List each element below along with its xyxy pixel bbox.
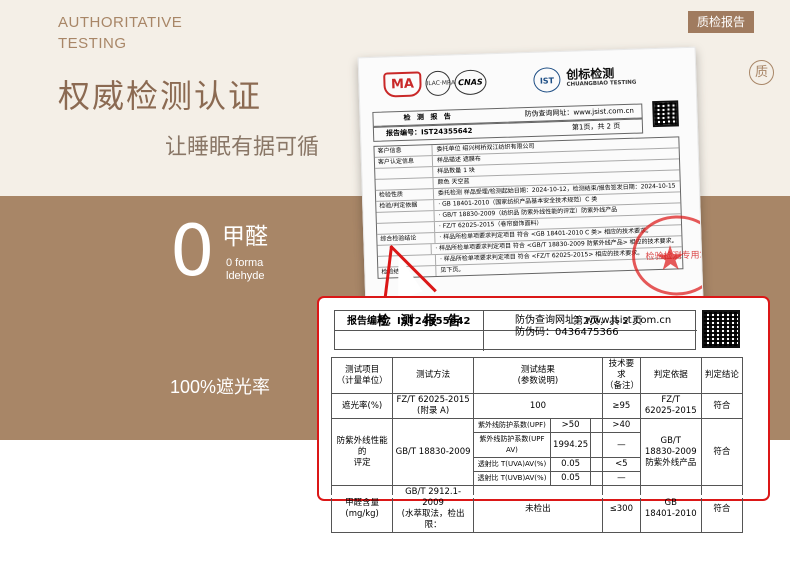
header-technical-requirement: 技术要求 （备注） xyxy=(601,357,641,394)
page-title: 权威检测认证 xyxy=(58,77,263,115)
ma-logo-icon: MA xyxy=(383,71,422,98)
test-results-table: 测试项目 （计量单位） 测试方法 测试结果 (参数说明) 技术要求 （备注） 判定依据… xyxy=(330,357,744,533)
header-conclusion: 判定结论 xyxy=(700,357,744,394)
report-qr-code-icon xyxy=(702,310,740,348)
ilac-logo-icon: ILAC·MRA xyxy=(425,70,455,97)
small-report-number: 报告编号：IST24355642 xyxy=(385,126,473,138)
report-number: 报告编号：IST24355642 xyxy=(347,316,471,327)
table-header-row: 测试项目 （计量单位） 测试方法 测试结果 (参数说明) 技术要求 （备注） 判定依据… xyxy=(330,357,744,394)
callout-pointer xyxy=(382,244,437,304)
quality-circle-icon: 质 xyxy=(749,60,774,85)
header-test-method: 测试方法 xyxy=(392,357,474,394)
shading-rate: 100%遮光率 xyxy=(170,377,271,397)
quality-report-tag: 质检报告 xyxy=(688,11,754,33)
red-star-icon: ★ xyxy=(654,238,687,280)
formaldehyde-english-line-2: ldehyde xyxy=(226,270,265,282)
table-row: 遮光率(%) FZ/T 62025-2015 (附录 A) 100 ≥95 FZ/… xyxy=(330,393,744,419)
report-header: 检 测 报 告 防伪查询网址：www.jsist.com.cn 防伪码：0436… xyxy=(334,310,697,351)
cnas-logo-icon: CNAS xyxy=(454,69,487,96)
formaldehyde-label: 甲醛 xyxy=(222,224,268,250)
english-title: AUTHORITATIVE TESTING xyxy=(58,12,182,54)
small-page-number: 第1页，共 2 页 xyxy=(571,122,621,132)
formaldehyde-english-line-1: 0 forma xyxy=(226,257,264,269)
header-test-item: 测试项目 （计量单位） xyxy=(330,357,394,394)
header-test-result: 测试结果 (参数说明) xyxy=(472,357,603,394)
small-qr-code-icon xyxy=(652,100,679,128)
small-report-title: 检 测 报 告 xyxy=(403,112,453,122)
ist-logo-icon: IST xyxy=(533,67,561,93)
page-subtitle: 让睡眠有据可循 xyxy=(165,135,320,160)
english-title-line-2: TESTING xyxy=(58,35,127,52)
english-title-line-1: AUTHORITATIVE xyxy=(58,14,183,31)
table-row: 防紫外线性能的 评定 GB/T 18830-2009 紫外线防护系数(UPF) >… xyxy=(330,418,744,486)
page-number: 第2页，共 2 页 xyxy=(573,316,643,327)
brand-english: CHUANGBIAO TESTING xyxy=(566,79,637,88)
table-row: 甲醛含量 (mg/kg) GB/T 2912.1-2009 (水萃取法，检出限： 未… xyxy=(330,485,744,533)
formaldehyde-english: 0 forma ldehyde xyxy=(226,257,265,283)
header-judgment-basis: 判定依据 xyxy=(639,357,702,394)
formaldehyde-zero: 0 xyxy=(170,210,215,292)
